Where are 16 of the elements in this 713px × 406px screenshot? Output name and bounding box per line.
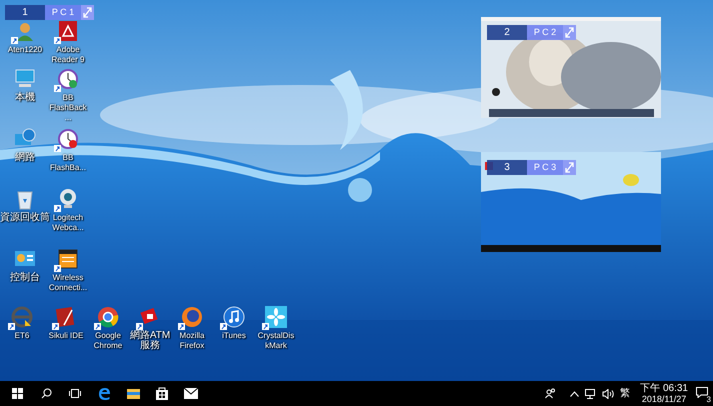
- network-icon[interactable]: [585, 388, 598, 398]
- language-indicator[interactable]: 繁: [620, 386, 630, 401]
- clock-time[interactable]: 下午 06:31: [640, 382, 688, 394]
- folder-icon[interactable]: [127, 388, 140, 400]
- windows-start-icon[interactable]: [12, 388, 23, 399]
- clock-date[interactable]: 2018/11/27: [642, 394, 686, 404]
- chevron-up-icon[interactable]: [570, 390, 580, 396]
- volume-icon[interactable]: [602, 388, 614, 398]
- notification-count: 3: [706, 394, 712, 404]
- mail-icon[interactable]: [184, 388, 198, 399]
- notification-icon[interactable]: [696, 386, 708, 398]
- store-bag-icon[interactable]: [156, 387, 168, 400]
- people-icon[interactable]: [545, 388, 556, 399]
- task-view-icon[interactable]: [69, 388, 81, 399]
- search-icon[interactable]: [41, 388, 52, 399]
- edge-browser-icon[interactable]: [98, 387, 111, 400]
